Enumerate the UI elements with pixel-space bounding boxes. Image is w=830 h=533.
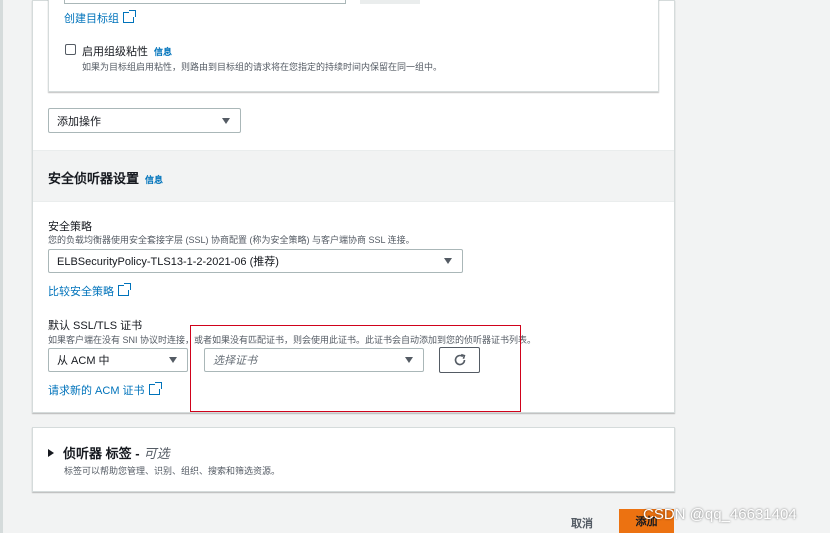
external-link-icon bbox=[118, 283, 131, 296]
stickiness-checkbox[interactable] bbox=[65, 44, 76, 55]
page-left-border bbox=[0, 0, 3, 533]
external-link-icon bbox=[123, 10, 136, 23]
external-link-icon bbox=[148, 382, 162, 395]
highlight-annotation-box bbox=[190, 325, 521, 412]
listener-tags-description: 标签可以帮助您管理、识别、组织、搜索和筛选资源。 bbox=[64, 466, 281, 476]
cert-source-value: 从 ACM 中 bbox=[57, 355, 110, 367]
compare-policies-link[interactable]: 比较安全策略 bbox=[48, 283, 131, 299]
request-cert-link[interactable]: 请求新的 ACM 证书 bbox=[48, 382, 162, 398]
create-target-group-label[interactable]: 创建目标组 bbox=[64, 13, 119, 25]
default-cert-label: 默认 SSL/TLS 证书 bbox=[48, 320, 143, 332]
stickiness-label-row: 启用组级粘性 信息 bbox=[82, 43, 172, 59]
request-cert-label[interactable]: 请求新的 ACM 证书 bbox=[48, 385, 145, 397]
add-action-select[interactable]: 添加操作 bbox=[48, 108, 241, 133]
listener-tags-title: 侦听器 标签 - bbox=[63, 446, 140, 461]
stickiness-description: 如果为目标组启用粘性，则路由到目标组的请求将在您指定的持续时间内保留在同一组中。 bbox=[82, 62, 443, 72]
secure-listener-title-row: 安全侦听器设置 信息 bbox=[48, 168, 163, 187]
caret-down-icon bbox=[444, 258, 452, 264]
caret-down-icon bbox=[222, 117, 230, 124]
secure-listener-title: 安全侦听器设置 bbox=[48, 171, 140, 186]
target-group-select[interactable] bbox=[64, 0, 346, 4]
stickiness-info-link[interactable]: 信息 bbox=[154, 47, 172, 57]
listener-tags-toggle[interactable]: 侦听器 标签 - 可选 bbox=[48, 443, 170, 462]
security-policy-description: 您的负载均衡器使用安全套接字层 (SSL) 协商配置 (称为安全策略) 与客户端… bbox=[48, 235, 415, 245]
refresh-target-group-button[interactable] bbox=[360, 0, 420, 4]
listener-tags-optional: 可选 bbox=[143, 446, 170, 461]
security-policy-label: 安全策略 bbox=[48, 221, 92, 233]
caret-down-icon bbox=[169, 357, 177, 363]
caret-right-icon bbox=[48, 448, 54, 457]
cert-source-select[interactable]: 从 ACM 中 bbox=[48, 348, 188, 372]
compare-policies-label[interactable]: 比较安全策略 bbox=[48, 286, 114, 298]
add-action-value: 添加操作 bbox=[57, 115, 101, 128]
secure-listener-info-link[interactable]: 信息 bbox=[145, 175, 163, 185]
create-target-group-link[interactable]: 创建目标组 bbox=[64, 10, 136, 26]
cancel-button[interactable]: 取消 bbox=[571, 515, 593, 531]
security-policy-value: ELBSecurityPolicy-TLS13-1-2-2021-06 (推荐) bbox=[57, 256, 279, 268]
security-policy-select[interactable]: ELBSecurityPolicy-TLS13-1-2-2021-06 (推荐) bbox=[48, 249, 463, 273]
watermark-text: CSDN @qq_46631404 bbox=[643, 506, 797, 523]
stickiness-label: 启用组级粘性 bbox=[82, 46, 148, 58]
